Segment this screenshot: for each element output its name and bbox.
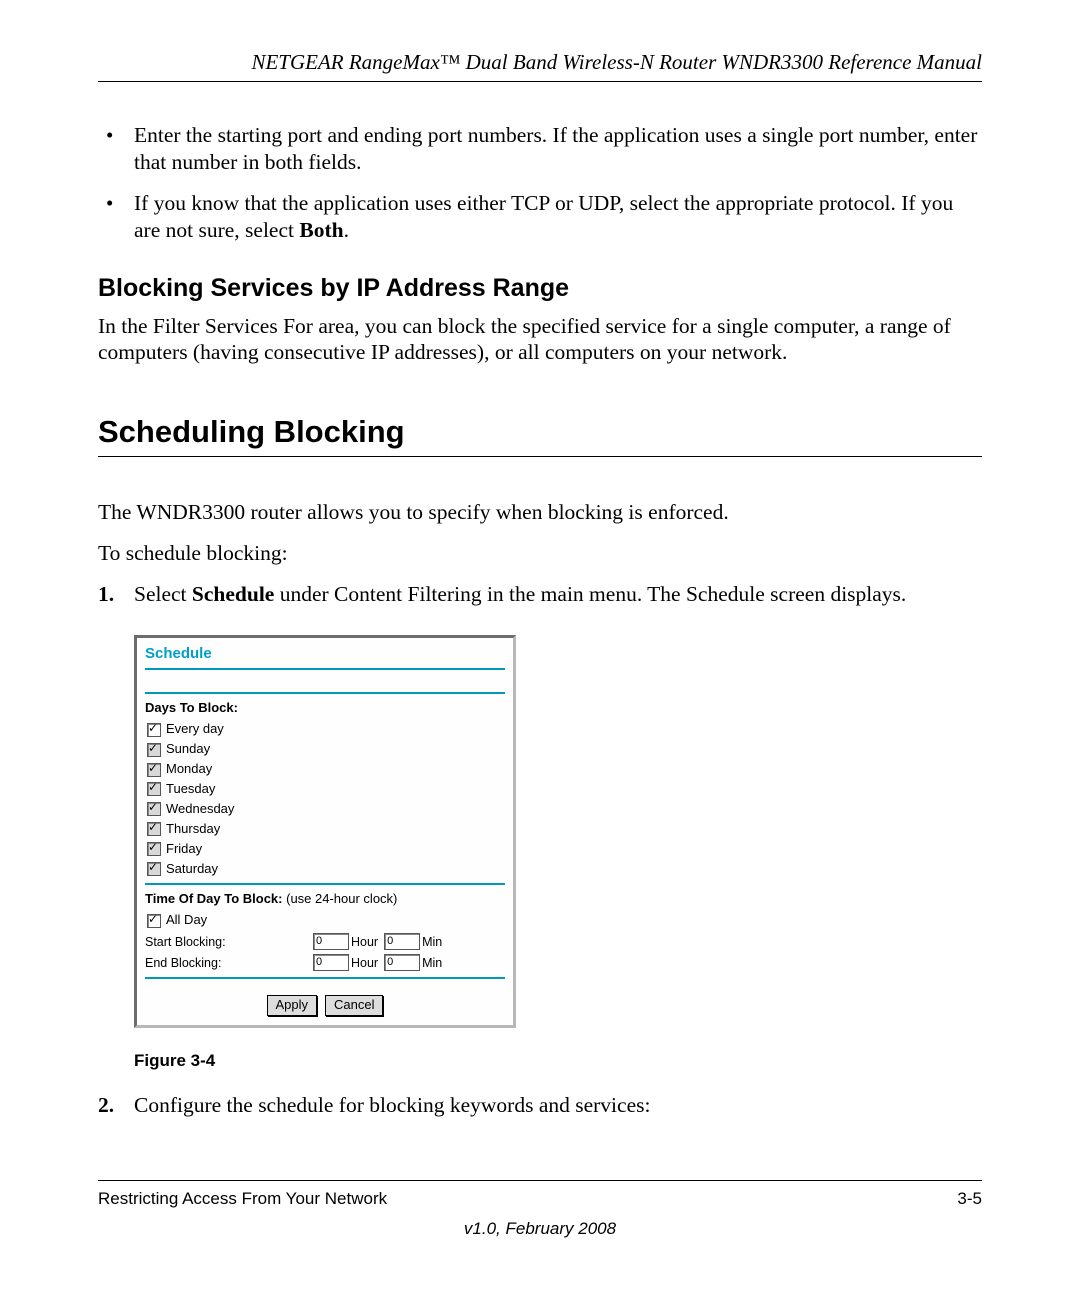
text: Time Of Day To Block: xyxy=(145,891,286,906)
body-paragraph: In the Filter Services For area, you can… xyxy=(98,313,982,367)
checkbox-label: Every day xyxy=(166,721,224,738)
step-item: 2. Configure the schedule for blocking k… xyxy=(134,1092,982,1120)
checkbox-label: Thursday xyxy=(166,821,220,838)
start-blocking-row: Start Blocking: 0 Hour 0 Min xyxy=(145,933,505,950)
cancel-button[interactable]: Cancel xyxy=(325,995,383,1016)
time-of-day-label: Time Of Day To Block: (use 24-hour clock… xyxy=(145,891,505,908)
checkbox-label: Wednesday xyxy=(166,801,234,818)
end-blocking-row: End Blocking: 0 Hour 0 Min xyxy=(145,954,505,971)
min-unit: Min xyxy=(422,934,442,950)
checkbox-icon[interactable] xyxy=(147,862,161,876)
schedule-panel: Schedule Days To Block: Every day Sunday… xyxy=(134,635,516,1028)
text: . xyxy=(344,218,349,242)
checkbox-icon[interactable] xyxy=(147,802,161,816)
start-blocking-label: Start Blocking: xyxy=(145,934,313,950)
divider xyxy=(145,883,505,885)
checkbox-icon[interactable] xyxy=(147,782,161,796)
page-header: NETGEAR RangeMax™ Dual Band Wireless-N R… xyxy=(98,50,982,82)
footer-version: v1.0, February 2008 xyxy=(98,1219,982,1239)
end-min-input[interactable]: 0 xyxy=(384,954,420,971)
checkbox-label: Friday xyxy=(166,841,202,858)
hour-unit: Hour xyxy=(351,934,378,950)
page-footer: Restricting Access From Your Network 3-5… xyxy=(98,1180,982,1239)
bullet-item: If you know that the application uses ei… xyxy=(134,190,982,244)
end-hour-input[interactable]: 0 xyxy=(313,954,349,971)
checkbox-label: Monday xyxy=(166,761,212,778)
checkbox-icon[interactable] xyxy=(147,723,161,737)
start-hour-input[interactable]: 0 xyxy=(313,933,349,950)
divider xyxy=(145,668,505,670)
text-bold: Both xyxy=(299,218,343,242)
section-heading: Scheduling Blocking xyxy=(98,414,982,457)
checkbox-row-sunday[interactable]: Sunday xyxy=(147,741,505,758)
text: If you know that the application uses ei… xyxy=(134,191,953,242)
checkbox-row-tuesday[interactable]: Tuesday xyxy=(147,781,505,798)
step-item: 1. Select Schedule under Content Filteri… xyxy=(134,581,982,1072)
footer-page-number: 3-5 xyxy=(957,1189,982,1209)
body-paragraph: The WNDR3300 router allows you to specif… xyxy=(98,499,982,526)
checkbox-label: All Day xyxy=(166,912,207,929)
text-hint: (use 24-hour clock) xyxy=(286,891,397,906)
start-min-input[interactable]: 0 xyxy=(384,933,420,950)
min-unit: Min xyxy=(422,955,442,971)
days-to-block-label: Days To Block: xyxy=(145,700,505,717)
text-bold: Schedule xyxy=(192,582,274,606)
checkbox-label: Sunday xyxy=(166,741,210,758)
subsection-heading: Blocking Services by IP Address Range xyxy=(98,274,982,303)
text: Select xyxy=(134,582,192,606)
hour-unit: Hour xyxy=(351,955,378,971)
footer-chapter: Restricting Access From Your Network xyxy=(98,1189,387,1209)
checkbox-icon[interactable] xyxy=(147,743,161,757)
checkbox-row-friday[interactable]: Friday xyxy=(147,841,505,858)
text: Configure the schedule for blocking keyw… xyxy=(134,1093,650,1117)
divider xyxy=(145,977,505,979)
checkbox-icon[interactable] xyxy=(147,914,161,928)
checkbox-icon[interactable] xyxy=(147,822,161,836)
step-number: 1. xyxy=(98,581,114,609)
checkbox-label: Saturday xyxy=(166,861,218,878)
checkbox-row-allday[interactable]: All Day xyxy=(147,912,505,929)
divider xyxy=(145,692,505,694)
end-blocking-label: End Blocking: xyxy=(145,955,313,971)
apply-button[interactable]: Apply xyxy=(267,995,318,1016)
checkbox-row-everyday[interactable]: Every day xyxy=(147,721,505,738)
panel-title: Schedule xyxy=(145,644,505,666)
figure-caption: Figure 3-4 xyxy=(134,1050,982,1072)
body-paragraph: To schedule blocking: xyxy=(98,540,982,567)
checkbox-icon[interactable] xyxy=(147,763,161,777)
bullet-item: Enter the starting port and ending port … xyxy=(134,122,982,176)
step-number: 2. xyxy=(98,1092,114,1120)
checkbox-icon[interactable] xyxy=(147,842,161,856)
text: under Content Filtering in the main menu… xyxy=(274,582,906,606)
checkbox-label: Tuesday xyxy=(166,781,215,798)
checkbox-row-thursday[interactable]: Thursday xyxy=(147,821,505,838)
checkbox-row-monday[interactable]: Monday xyxy=(147,761,505,778)
bullet-list: Enter the starting port and ending port … xyxy=(98,122,982,244)
checkbox-row-wednesday[interactable]: Wednesday xyxy=(147,801,505,818)
steps-list: 1. Select Schedule under Content Filteri… xyxy=(98,581,982,1120)
checkbox-row-saturday[interactable]: Saturday xyxy=(147,861,505,878)
